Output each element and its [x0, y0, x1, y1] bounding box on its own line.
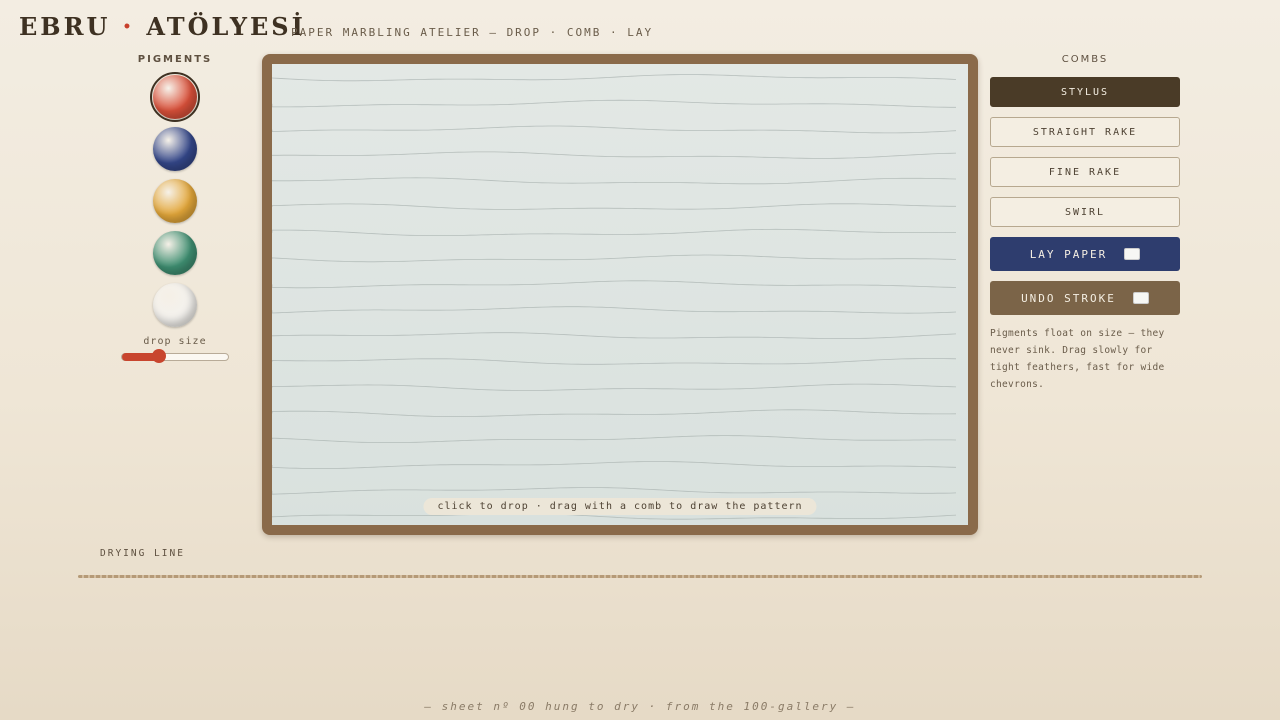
drop-size-slider-knob[interactable]: [152, 349, 167, 363]
ripple-line: [272, 306, 957, 314]
brand-dot: •: [122, 19, 135, 35]
pigments-label: PIGMENTS: [137, 54, 213, 65]
combs-label: COMBS: [1061, 54, 1109, 65]
comb-panel: COMBS STYLUS STRAIGHT RAKE FINE RAKE SWI…: [990, 54, 1180, 393]
brand-left: EBRU: [19, 12, 111, 41]
pigment-swatch-ochre[interactable]: [153, 179, 197, 223]
ripple-line: [272, 99, 956, 108]
page-subtitle: PAPER MARBLING ATELIER — DROP · COMB · L…: [291, 26, 654, 39]
undo-stroke-label: UNDO STROKE: [1021, 291, 1116, 305]
pigment-swatch-blue[interactable]: [153, 127, 197, 171]
drying-line-label: DRYING LINE: [100, 548, 185, 559]
tool-fine-rake-button[interactable]: FINE RAKE: [990, 157, 1180, 187]
ripple-line: [272, 228, 956, 236]
tool-swirl-button[interactable]: SWIRL: [990, 197, 1180, 227]
paper-sheet-icon: [1124, 248, 1141, 260]
canvas-hint: click to drop · drag with a comb to draw…: [423, 498, 817, 515]
footer-caption: — sheet nº 00 hung to dry · from the 100…: [424, 700, 856, 713]
tool-stylus-button[interactable]: STYLUS: [990, 77, 1180, 107]
help-note: Pigments float on size — they never sink…: [990, 328, 1165, 390]
ripple-line: [272, 487, 957, 495]
drop-size-label: drop size: [143, 336, 207, 347]
pigment-swatch-white[interactable]: [153, 283, 197, 327]
ripple-line: [272, 358, 957, 365]
ripple-line: [272, 125, 957, 134]
lay-paper-label: LAY PAPER: [1029, 247, 1108, 261]
ripple-line: [272, 435, 957, 443]
brand-right: ATÖLYESİ: [146, 12, 306, 41]
ripple-line: [272, 74, 957, 82]
lay-paper-button[interactable]: LAY PAPER: [990, 237, 1180, 271]
ripple-lines: [272, 74, 957, 520]
drying-line: [78, 575, 1202, 578]
ripple-line: [272, 280, 957, 289]
ripple-line: [272, 461, 957, 469]
size-bath-canvas[interactable]: click to drop · drag with a comb to draw…: [272, 64, 968, 525]
paper-sheet-icon: [1132, 292, 1149, 304]
app-title: EBRU • ATÖLYESİ: [19, 12, 306, 41]
ripple-line: [272, 151, 957, 159]
tool-straight-rake-button[interactable]: STRAIGHT RAKE: [990, 117, 1180, 147]
ripple-line: [272, 409, 957, 417]
ripple-line: [272, 203, 956, 210]
drop-size-slider[interactable]: [121, 349, 229, 363]
pigment-panel: PIGMENTS drop size: [120, 54, 230, 363]
marbling-tray: click to drop · drag with a comb to draw…: [262, 54, 978, 535]
undo-stroke-button[interactable]: UNDO STROKE: [990, 281, 1180, 315]
ripple-line: [272, 383, 957, 391]
ripple-line: [272, 254, 957, 263]
pigment-swatch-red[interactable]: [150, 72, 200, 122]
pigment-swatch-green[interactable]: [153, 231, 197, 275]
ripple-line: [272, 332, 957, 339]
ripple-line: [272, 177, 957, 185]
